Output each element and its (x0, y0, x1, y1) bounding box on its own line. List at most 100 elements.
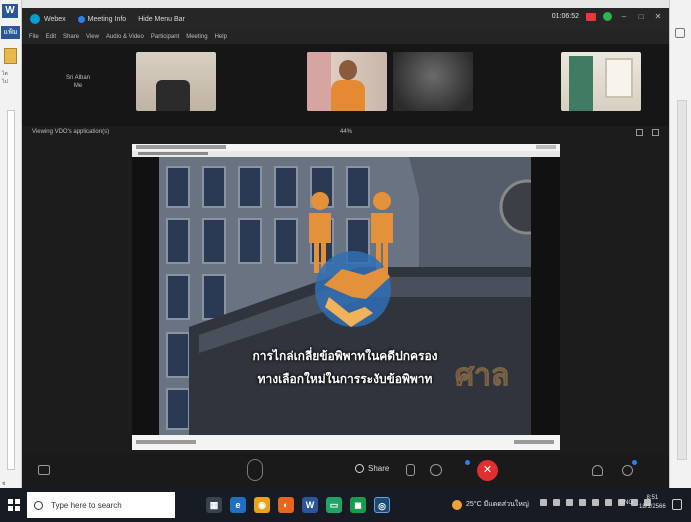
info-icon (77, 15, 85, 23)
tray-icon[interactable] (553, 499, 560, 506)
participant-strip: Sri Alban Me (22, 44, 669, 126)
tray-icon[interactable] (566, 499, 573, 506)
word-window-left: W แฟ้ม ไต ไป ช่ (0, 0, 22, 488)
menu-help[interactable]: Help (215, 34, 227, 40)
shared-status-right (514, 440, 554, 444)
taskbar-search[interactable]: Type here to search (27, 492, 175, 518)
tray-icon[interactable] (605, 499, 612, 506)
menu-participant[interactable]: Participant (151, 34, 179, 40)
windows-start-icon[interactable] (8, 499, 20, 511)
participant-video[interactable] (561, 52, 641, 111)
connection-icon (603, 12, 612, 21)
self-tile[interactable]: Sri Alban Me (66, 74, 90, 90)
mute-icon[interactable] (247, 459, 263, 481)
zoom-level[interactable]: 44% (340, 129, 352, 135)
share-icon (355, 464, 364, 473)
weather-icon (452, 499, 462, 510)
menu-file[interactable]: File (29, 34, 39, 40)
participant-video[interactable] (393, 52, 473, 111)
word-window-right (669, 0, 691, 488)
webex-logo-icon (30, 14, 40, 24)
person-body (331, 80, 365, 111)
meeting-info-button[interactable]: Meeting Info (88, 16, 127, 23)
layout-icon[interactable] (652, 128, 659, 136)
building-illustration: ศาล (159, 157, 531, 435)
share-button[interactable]: Share (355, 464, 389, 473)
webex-window: Webex Meeting Info Hide Menu Bar 01:06:5… (22, 8, 669, 488)
window-shape (605, 58, 633, 98)
shared-controls (536, 145, 556, 149)
end-call-button[interactable]: ✕ (477, 460, 498, 481)
weather-widget[interactable]: 25°C มีแดดส่วนใหญ่ (452, 499, 529, 510)
person-head (339, 60, 357, 80)
word-icon[interactable]: W (2, 4, 18, 18)
green-app-icon[interactable]: ◼ (350, 497, 366, 513)
clock-date: 18/1/2566 (639, 504, 666, 510)
shared-app-statusbar (132, 435, 560, 450)
search-icon (34, 500, 43, 510)
fullscreen-icon[interactable] (636, 128, 643, 136)
vertical-ruler (7, 110, 15, 470)
minimize-icon[interactable]: – (619, 12, 629, 21)
view-options (636, 128, 659, 136)
chat-icon[interactable] (38, 465, 50, 475)
taskbar: Type here to search ▦ e ◉ ◐ W ▭ ◼ ◎ 25°C… (0, 488, 691, 522)
door-shape (569, 56, 593, 111)
presentation-slide: ศาล การไกล่เกลี่ยข้อพิพาทในคดีปกครอง ทาง… (159, 157, 531, 435)
tray-icon[interactable] (579, 499, 586, 506)
chat-panel-icon[interactable] (622, 465, 633, 476)
edge-icon[interactable]: e (230, 497, 246, 513)
shared-toolbar-items (138, 152, 208, 155)
app-title: Webex (44, 15, 66, 23)
paste-icon[interactable] (4, 48, 17, 64)
title-bar: Webex Meeting Info Hide Menu Bar 01:06:5… (22, 8, 669, 30)
participant-video[interactable] (307, 52, 387, 111)
self-name: Sri Alban (66, 75, 91, 81)
menu-edit[interactable]: Edit (46, 34, 56, 40)
word-taskbar-icon[interactable]: W (302, 497, 318, 513)
viewing-label[interactable]: Viewing VDO's application(s) (32, 129, 109, 135)
tray-icon[interactable] (540, 499, 547, 506)
record-icon[interactable] (406, 464, 415, 476)
task-view-icon[interactable]: ▦ (206, 497, 222, 513)
meeting-controls: Share ✕ (22, 454, 669, 488)
shared-status-left (136, 440, 196, 444)
self-sub: Me (73, 83, 83, 89)
chair-shape (156, 80, 190, 111)
shared-screen[interactable]: ศาล การไกล่เกลี่ยข้อพิพาทในคดีปกครอง ทาง… (132, 144, 560, 450)
share-icon[interactable] (675, 28, 685, 38)
close-icon[interactable]: ✕ (653, 12, 663, 21)
chrome-icon[interactable]: ◉ (254, 497, 270, 513)
meeting-timer: 01:06:52 (551, 13, 579, 20)
menu-meeting[interactable]: Meeting (186, 34, 207, 40)
notifications-icon[interactable] (672, 499, 682, 510)
status-label: ช่ (2, 481, 6, 487)
curtain-shape (307, 52, 331, 111)
menu-share[interactable]: Share (63, 34, 79, 40)
search-placeholder: Type here to search (51, 500, 122, 510)
participants-icon[interactable] (592, 465, 603, 476)
reactions-icon[interactable] (430, 464, 442, 476)
menu-bar: File Edit Share View Audio & Video Parti… (22, 30, 669, 44)
menu-audio-video[interactable]: Audio & Video (106, 34, 144, 40)
tray-icon[interactable] (592, 499, 599, 506)
ribbon-label: ไป (2, 79, 8, 85)
firefox-icon[interactable]: ◐ (278, 497, 294, 513)
hide-menu-bar-button[interactable]: Hide Menu Bar (138, 16, 185, 23)
menu-view[interactable]: View (86, 34, 99, 40)
share-label: Share (368, 464, 390, 473)
slide-title-line-1: การไกล่เกลี่ยข้อพิพาทในคดีปกครอง (252, 349, 438, 363)
scrollbar[interactable] (677, 100, 687, 460)
shared-title (136, 145, 226, 149)
restore-icon[interactable]: □ (636, 12, 646, 21)
webex-taskbar-icon[interactable]: ◎ (374, 497, 390, 513)
participant-video[interactable] (136, 52, 216, 111)
slide-title-line-2: ทางเลือกใหม่ในการระงับข้อพิพาท (257, 372, 433, 386)
taskbar-clock[interactable]: 8:51 18/1/2566 (639, 494, 666, 512)
notification-dot-icon (465, 460, 470, 465)
language-indicator[interactable]: ENG (620, 500, 633, 506)
system-tray (540, 499, 651, 506)
clock-time: 8:51 (646, 495, 659, 501)
file-tab[interactable]: แฟ้ม (1, 26, 20, 39)
line-icon[interactable]: ▭ (326, 497, 342, 513)
